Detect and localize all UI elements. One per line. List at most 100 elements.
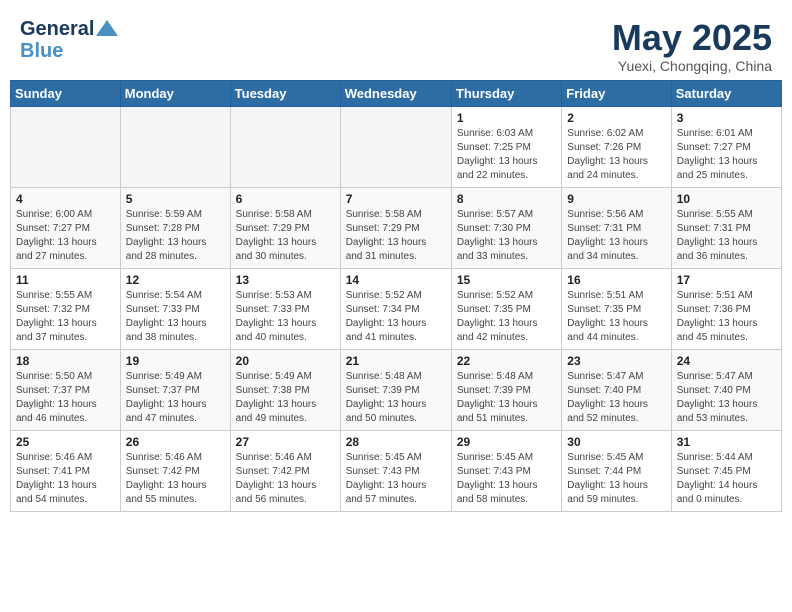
calendar-week-row: 1 Sunrise: 6:03 AM Sunset: 7:25 PM Daylig… (11, 106, 782, 187)
logo-icon (96, 20, 118, 36)
title-area: May 2025 Yuexi, Chongqing, China (612, 18, 772, 74)
weekday-header-row: SundayMondayTuesdayWednesdayThursdayFrid… (11, 80, 782, 106)
day-info: Sunrise: 5:49 AM Sunset: 7:38 PM Dayligh… (236, 370, 335, 426)
day-info: Sunrise: 5:45 AM Sunset: 7:44 PM Dayligh… (567, 451, 665, 507)
day-number: 7 (346, 192, 446, 206)
calendar-day-cell: 27 Sunrise: 5:46 AM Sunset: 7:42 PM Dayli… (230, 430, 340, 511)
day-info: Sunrise: 5:54 AM Sunset: 7:33 PM Dayligh… (126, 289, 225, 345)
day-number: 29 (457, 435, 556, 449)
day-number: 11 (16, 273, 115, 287)
day-number: 23 (567, 354, 665, 368)
day-info: Sunrise: 5:55 AM Sunset: 7:31 PM Dayligh… (677, 208, 776, 264)
calendar-day-cell: 14 Sunrise: 5:52 AM Sunset: 7:34 PM Dayli… (340, 268, 451, 349)
day-number: 19 (126, 354, 225, 368)
calendar-day-cell: 10 Sunrise: 5:55 AM Sunset: 7:31 PM Dayli… (671, 187, 781, 268)
day-info: Sunrise: 5:59 AM Sunset: 7:28 PM Dayligh… (126, 208, 225, 264)
calendar-day-cell: 18 Sunrise: 5:50 AM Sunset: 7:37 PM Dayli… (11, 349, 121, 430)
calendar-day-cell: 13 Sunrise: 5:53 AM Sunset: 7:33 PM Dayli… (230, 268, 340, 349)
calendar-day-cell: 5 Sunrise: 5:59 AM Sunset: 7:28 PM Daylig… (120, 187, 230, 268)
day-number: 8 (457, 192, 556, 206)
day-number: 31 (677, 435, 776, 449)
day-number: 9 (567, 192, 665, 206)
calendar-day-cell: 11 Sunrise: 5:55 AM Sunset: 7:32 PM Dayli… (11, 268, 121, 349)
day-info: Sunrise: 5:45 AM Sunset: 7:43 PM Dayligh… (457, 451, 556, 507)
page-header: General Blue May 2025 Yuexi, Chongqing, … (10, 10, 782, 80)
calendar-day-cell: 30 Sunrise: 5:45 AM Sunset: 7:44 PM Dayli… (562, 430, 671, 511)
day-number: 5 (126, 192, 225, 206)
day-info: Sunrise: 5:45 AM Sunset: 7:43 PM Dayligh… (346, 451, 446, 507)
weekday-header-cell: Monday (120, 80, 230, 106)
day-info: Sunrise: 5:57 AM Sunset: 7:30 PM Dayligh… (457, 208, 556, 264)
day-info: Sunrise: 5:44 AM Sunset: 7:45 PM Dayligh… (677, 451, 776, 507)
day-info: Sunrise: 5:58 AM Sunset: 7:29 PM Dayligh… (236, 208, 335, 264)
calendar-day-cell: 26Sunrise: 5:46 AM Sunset: 7:42 PM Dayli… (120, 430, 230, 511)
weekday-header-cell: Tuesday (230, 80, 340, 106)
day-info: Sunrise: 5:52 AM Sunset: 7:34 PM Dayligh… (346, 289, 446, 345)
day-number: 25 (16, 435, 115, 449)
day-info: Sunrise: 5:51 AM Sunset: 7:35 PM Dayligh… (567, 289, 665, 345)
calendar-week-row: 4 Sunrise: 6:00 AM Sunset: 7:27 PM Daylig… (11, 187, 782, 268)
calendar-table: SundayMondayTuesdayWednesdayThursdayFrid… (10, 80, 782, 512)
calendar-day-cell: 7Sunrise: 5:58 AM Sunset: 7:29 PM Daylig… (340, 187, 451, 268)
day-info: Sunrise: 5:50 AM Sunset: 7:37 PM Dayligh… (16, 370, 115, 426)
day-number: 22 (457, 354, 556, 368)
day-info: Sunrise: 5:48 AM Sunset: 7:39 PM Dayligh… (346, 370, 446, 426)
day-number: 2 (567, 111, 665, 125)
day-number: 6 (236, 192, 335, 206)
day-number: 16 (567, 273, 665, 287)
day-number: 14 (346, 273, 446, 287)
day-number: 21 (346, 354, 446, 368)
calendar-day-cell: 2Sunrise: 6:02 AM Sunset: 7:26 PM Daylig… (562, 106, 671, 187)
day-info: Sunrise: 5:49 AM Sunset: 7:37 PM Dayligh… (126, 370, 225, 426)
day-info: Sunrise: 5:46 AM Sunset: 7:41 PM Dayligh… (16, 451, 115, 507)
calendar-day-cell: 28 Sunrise: 5:45 AM Sunset: 7:43 PM Dayli… (340, 430, 451, 511)
day-number: 30 (567, 435, 665, 449)
day-number: 1 (457, 111, 556, 125)
day-info: Sunrise: 5:47 AM Sunset: 7:40 PM Dayligh… (567, 370, 665, 426)
calendar-day-cell: 8 Sunrise: 5:57 AM Sunset: 7:30 PM Daylig… (451, 187, 561, 268)
calendar-day-cell: 3 Sunrise: 6:01 AM Sunset: 7:27 PM Daylig… (671, 106, 781, 187)
calendar-day-cell: 25 Sunrise: 5:46 AM Sunset: 7:41 PM Dayli… (11, 430, 121, 511)
calendar-day-cell: 29 Sunrise: 5:45 AM Sunset: 7:43 PM Dayli… (451, 430, 561, 511)
day-number: 10 (677, 192, 776, 206)
calendar-day-cell: 31 Sunrise: 5:44 AM Sunset: 7:45 PM Dayli… (671, 430, 781, 511)
day-info: Sunrise: 5:47 AM Sunset: 7:40 PM Dayligh… (677, 370, 776, 426)
calendar-day-cell: 6 Sunrise: 5:58 AM Sunset: 7:29 PM Daylig… (230, 187, 340, 268)
day-info: Sunrise: 6:00 AM Sunset: 7:27 PM Dayligh… (16, 208, 115, 264)
calendar-day-cell: 16 Sunrise: 5:51 AM Sunset: 7:35 PM Dayli… (562, 268, 671, 349)
day-info: Sunrise: 6:03 AM Sunset: 7:25 PM Dayligh… (457, 127, 556, 183)
calendar-day-cell: 4 Sunrise: 6:00 AM Sunset: 7:27 PM Daylig… (11, 187, 121, 268)
day-number: 3 (677, 111, 776, 125)
calendar-day-cell: 15Sunrise: 5:52 AM Sunset: 7:35 PM Dayli… (451, 268, 561, 349)
day-number: 4 (16, 192, 115, 206)
calendar-day-cell: 1 Sunrise: 6:03 AM Sunset: 7:25 PM Daylig… (451, 106, 561, 187)
calendar-day-cell: 21 Sunrise: 5:48 AM Sunset: 7:39 PM Dayli… (340, 349, 451, 430)
day-info: Sunrise: 5:46 AM Sunset: 7:42 PM Dayligh… (126, 451, 225, 507)
day-info: Sunrise: 5:56 AM Sunset: 7:31 PM Dayligh… (567, 208, 665, 264)
day-info: Sunrise: 5:55 AM Sunset: 7:32 PM Dayligh… (16, 289, 115, 345)
month-title: May 2025 (612, 18, 772, 58)
calendar-day-cell: 20Sunrise: 5:49 AM Sunset: 7:38 PM Dayli… (230, 349, 340, 430)
logo: General Blue (20, 18, 118, 62)
calendar-day-cell: 22 Sunrise: 5:48 AM Sunset: 7:39 PM Dayli… (451, 349, 561, 430)
day-number: 18 (16, 354, 115, 368)
calendar-day-cell: 17 Sunrise: 5:51 AM Sunset: 7:36 PM Dayli… (671, 268, 781, 349)
calendar-body: 1 Sunrise: 6:03 AM Sunset: 7:25 PM Daylig… (11, 106, 782, 511)
day-number: 13 (236, 273, 335, 287)
day-info: Sunrise: 5:51 AM Sunset: 7:36 PM Dayligh… (677, 289, 776, 345)
day-number: 12 (126, 273, 225, 287)
day-info: Sunrise: 5:46 AM Sunset: 7:42 PM Dayligh… (236, 451, 335, 507)
calendar-week-row: 25 Sunrise: 5:46 AM Sunset: 7:41 PM Dayli… (11, 430, 782, 511)
day-number: 27 (236, 435, 335, 449)
calendar-day-cell (120, 106, 230, 187)
day-info: Sunrise: 5:48 AM Sunset: 7:39 PM Dayligh… (457, 370, 556, 426)
day-number: 17 (677, 273, 776, 287)
day-info: Sunrise: 5:53 AM Sunset: 7:33 PM Dayligh… (236, 289, 335, 345)
day-info: Sunrise: 6:01 AM Sunset: 7:27 PM Dayligh… (677, 127, 776, 183)
weekday-header-cell: Friday (562, 80, 671, 106)
calendar-day-cell (230, 106, 340, 187)
location: Yuexi, Chongqing, China (612, 58, 772, 74)
day-number: 28 (346, 435, 446, 449)
weekday-header-cell: Sunday (11, 80, 121, 106)
day-number: 24 (677, 354, 776, 368)
